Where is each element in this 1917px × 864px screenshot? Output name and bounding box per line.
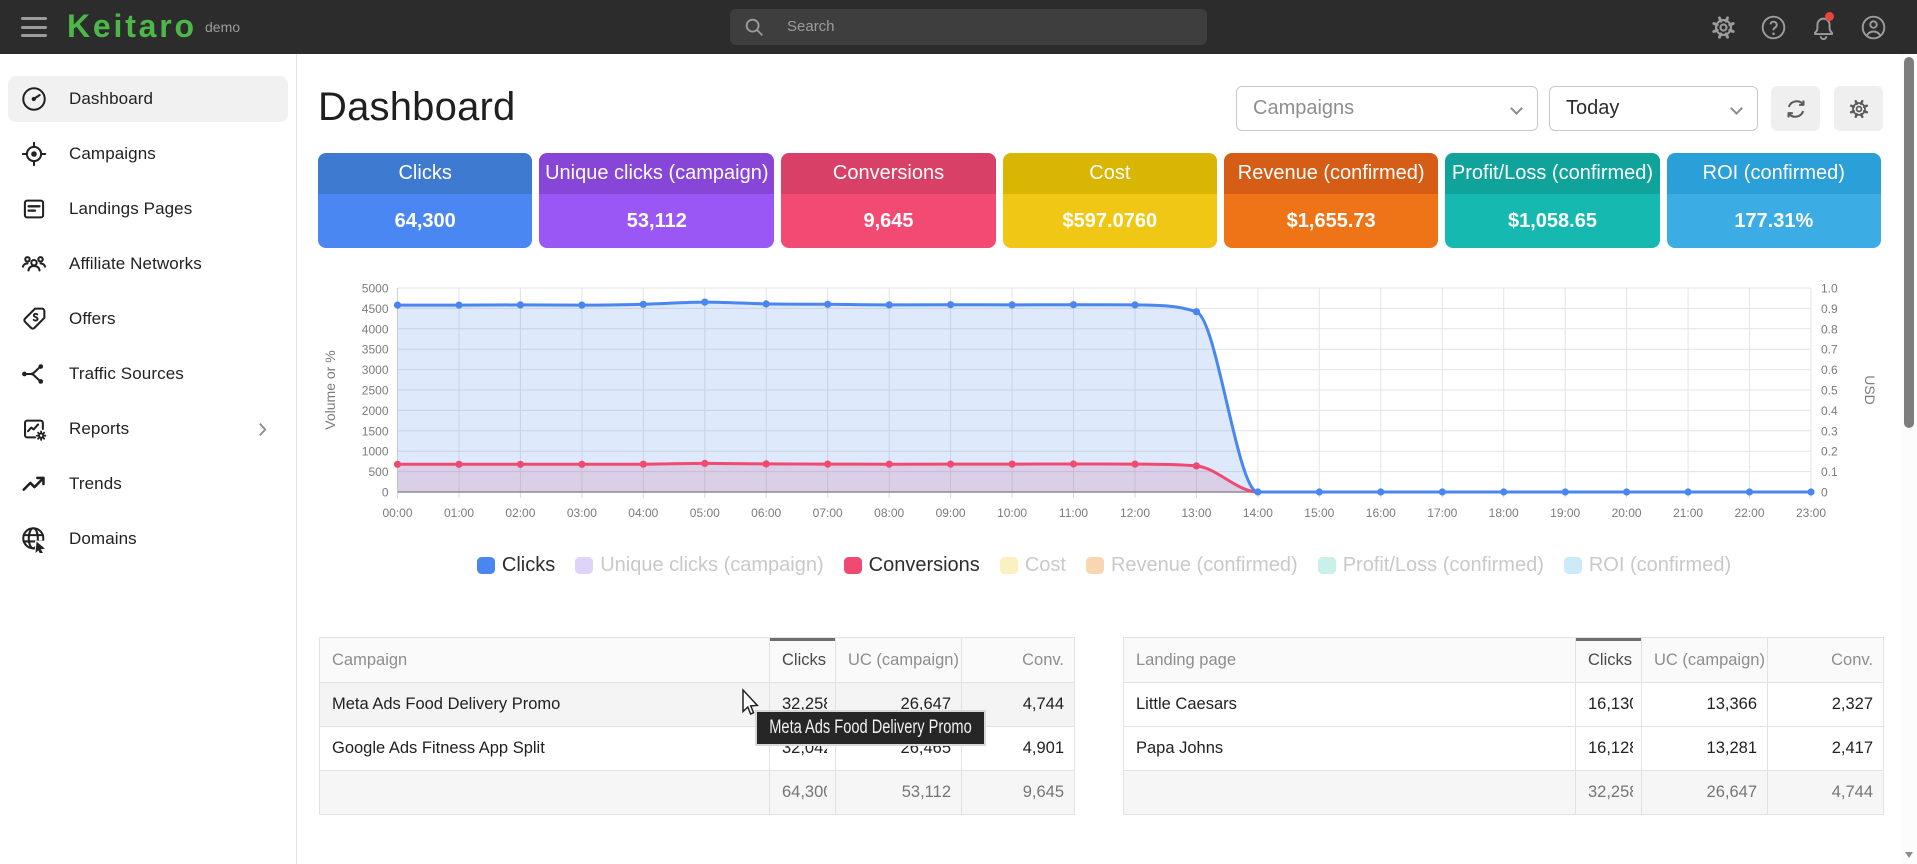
svg-text:12:00: 12:00 — [1120, 506, 1150, 520]
svg-text:USD: USD — [1862, 375, 1878, 405]
svg-text:20:00: 20:00 — [1612, 506, 1642, 520]
svg-text:02:00: 02:00 — [505, 506, 535, 520]
svg-text:11:00: 11:00 — [1059, 506, 1088, 520]
svg-text:2500: 2500 — [362, 384, 389, 398]
svg-text:16:00: 16:00 — [1366, 506, 1396, 520]
svg-text:0: 0 — [1821, 486, 1828, 500]
svg-text:0.3: 0.3 — [1821, 424, 1838, 438]
svg-text:0.5: 0.5 — [1821, 384, 1838, 398]
svg-text:10:00: 10:00 — [997, 506, 1027, 520]
svg-text:01:00: 01:00 — [444, 506, 474, 520]
svg-text:15:00: 15:00 — [1304, 506, 1334, 520]
svg-text:23:00: 23:00 — [1796, 506, 1826, 520]
svg-text:0.8: 0.8 — [1821, 322, 1838, 336]
svg-text:3000: 3000 — [362, 363, 389, 377]
svg-text:08:00: 08:00 — [874, 506, 904, 520]
svg-text:4500: 4500 — [362, 302, 389, 316]
svg-text:0.2: 0.2 — [1821, 445, 1838, 459]
svg-text:13:00: 13:00 — [1181, 506, 1211, 520]
svg-text:04:00: 04:00 — [628, 506, 658, 520]
svg-text:22:00: 22:00 — [1734, 506, 1764, 520]
svg-text:3500: 3500 — [362, 343, 389, 357]
svg-text:1.0: 1.0 — [1821, 282, 1838, 296]
svg-text:0.1: 0.1 — [1821, 465, 1838, 479]
svg-text:0.7: 0.7 — [1821, 343, 1838, 357]
svg-text:0.9: 0.9 — [1821, 302, 1838, 316]
svg-text:05:00: 05:00 — [690, 506, 720, 520]
svg-text:00:00: 00:00 — [382, 506, 412, 520]
svg-text:18:00: 18:00 — [1489, 506, 1519, 520]
svg-text:0: 0 — [382, 486, 389, 500]
svg-text:2000: 2000 — [362, 404, 389, 418]
svg-text:4000: 4000 — [362, 322, 389, 336]
svg-text:09:00: 09:00 — [936, 506, 966, 520]
svg-text:07:00: 07:00 — [813, 506, 843, 520]
svg-text:17:00: 17:00 — [1427, 506, 1457, 520]
svg-text:19:00: 19:00 — [1550, 506, 1580, 520]
svg-text:03:00: 03:00 — [567, 506, 597, 520]
svg-text:21:00: 21:00 — [1673, 506, 1703, 520]
svg-text:14:00: 14:00 — [1243, 506, 1273, 520]
svg-text:0.4: 0.4 — [1821, 404, 1838, 418]
svg-text:1500: 1500 — [362, 424, 389, 438]
svg-text:06:00: 06:00 — [751, 506, 781, 520]
svg-text:5000: 5000 — [362, 282, 389, 296]
svg-text:0.6: 0.6 — [1821, 363, 1838, 377]
svg-text:1000: 1000 — [362, 445, 389, 459]
svg-text:500: 500 — [368, 465, 388, 479]
svg-text:Volume or %: Volume or % — [322, 350, 338, 429]
